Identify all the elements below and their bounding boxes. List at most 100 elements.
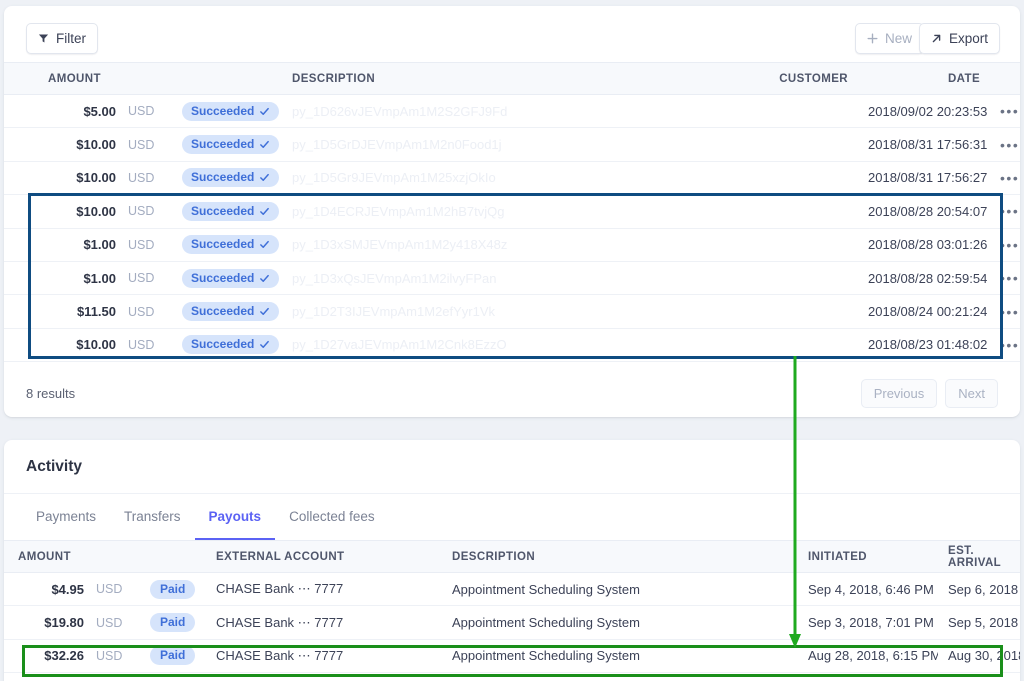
payments-footer: 8 results Previous Next bbox=[4, 362, 1020, 424]
row-description: py_1D3xQsJEVmpAm1M2ilvyFPan bbox=[282, 261, 722, 294]
filter-icon bbox=[38, 33, 49, 44]
payout-column-header-amount[interactable]: AMOUNT bbox=[4, 541, 206, 573]
table-row[interactable]: $32.26USDPaidCHASE Bank ⋯ 7777Appointmen… bbox=[4, 639, 1020, 672]
overflow-menu-icon[interactable]: ••• bbox=[990, 295, 1020, 328]
payout-description: Appointment Scheduling System bbox=[442, 606, 798, 639]
export-button-label: Export bbox=[949, 31, 988, 46]
row-currency: USD bbox=[124, 261, 172, 294]
new-button-label: New bbox=[885, 31, 912, 46]
row-amount: $10.00 bbox=[4, 161, 124, 194]
row-status-cell: Succeeded bbox=[172, 161, 282, 194]
activity-tabs: PaymentsTransfersPayoutsCollected fees bbox=[4, 494, 1020, 540]
row-date: 2018/08/28 03:01:26 bbox=[858, 228, 990, 261]
row-description: py_1D5Gr9JEVmpAm1M25xzjOkIo bbox=[282, 161, 722, 194]
table-row[interactable]: $11.50USDSucceededpy_1D2T3IJEVmpAm1M2efY… bbox=[4, 295, 1020, 328]
status-badge: Succeeded bbox=[182, 269, 279, 288]
row-description: py_1D4ECRJEVmpAm1M2hB7tvjQg bbox=[282, 195, 722, 228]
row-status-cell: Succeeded bbox=[172, 295, 282, 328]
screenshot-root: Filter New Export AM bbox=[0, 0, 1024, 681]
table-row[interactable]: $1.00USDSucceededpy_1D3xSMJEVmpAm1M2y418… bbox=[4, 228, 1020, 261]
column-header-date[interactable]: DATE bbox=[858, 63, 990, 95]
new-button[interactable]: New bbox=[855, 23, 924, 54]
status-badge: Succeeded bbox=[182, 102, 279, 121]
plus-icon bbox=[867, 33, 878, 44]
overflow-menu-icon[interactable]: ••• bbox=[990, 95, 1020, 128]
overflow-menu-icon[interactable]: ••• bbox=[990, 261, 1020, 294]
payout-external-account: CHASE Bank ⋯ 7777 bbox=[206, 573, 442, 606]
payout-column-header-description[interactable]: DESCRIPTION bbox=[442, 541, 798, 573]
column-header-customer[interactable]: CUSTOMER bbox=[722, 63, 858, 95]
overflow-menu-icon[interactable]: ••• bbox=[990, 328, 1020, 361]
row-currency: USD bbox=[124, 95, 172, 128]
payouts-table: AMOUNT EXTERNAL ACCOUNT DESCRIPTION INIT… bbox=[4, 540, 1020, 673]
column-header-amount[interactable]: AMOUNT bbox=[4, 63, 282, 95]
row-customer bbox=[722, 95, 858, 128]
payout-est-arrival: Sep 5, 2018 bbox=[938, 606, 1020, 639]
overflow-menu-icon[interactable]: ••• bbox=[990, 128, 1020, 161]
overflow-menu-icon[interactable]: ••• bbox=[990, 195, 1020, 228]
status-badge: Succeeded bbox=[182, 302, 279, 321]
row-customer bbox=[722, 261, 858, 294]
overflow-menu-icon[interactable]: ••• bbox=[990, 161, 1020, 194]
table-row[interactable]: $10.00USDSucceededpy_1D27vaJEVmpAm1M2Cnk… bbox=[4, 328, 1020, 361]
results-count: 8 results bbox=[26, 386, 75, 401]
row-amount: $10.00 bbox=[4, 328, 124, 361]
row-description: py_1D27vaJEVmpAm1M2Cnk8EzzO bbox=[282, 328, 722, 361]
table-row[interactable]: $4.95USDPaidCHASE Bank ⋯ 7777Appointment… bbox=[4, 573, 1020, 606]
tab-payouts[interactable]: Payouts bbox=[195, 494, 276, 540]
tab-payments[interactable]: Payments bbox=[22, 494, 110, 540]
status-badge-label: Succeeded bbox=[191, 237, 254, 252]
table-row[interactable]: $5.00USD Succeeded py_1D626vJEVmpAm1M2S2GF… bbox=[4, 95, 1020, 128]
status-badge-label: Succeeded bbox=[191, 170, 254, 185]
status-badge-label: Succeeded bbox=[191, 271, 254, 286]
table-row[interactable]: $10.00USDSucceededpy_1D5GrDJEVmpAm1M2n0F… bbox=[4, 128, 1020, 161]
payouts-header-row: AMOUNT EXTERNAL ACCOUNT DESCRIPTION INIT… bbox=[4, 541, 1020, 573]
row-status-cell: Succeeded bbox=[172, 128, 282, 161]
row-currency: USD bbox=[124, 128, 172, 161]
row-amount: $5.00 bbox=[4, 95, 124, 128]
row-currency: USD bbox=[124, 295, 172, 328]
payout-amount: $32.26 bbox=[4, 639, 92, 672]
table-row[interactable]: $10.00USDSucceededpy_1D4ECRJEVmpAm1M2hB7… bbox=[4, 195, 1020, 228]
payout-column-header-initiated[interactable]: INITIATED bbox=[798, 541, 938, 573]
row-date: 2018/08/31 17:56:31 bbox=[858, 128, 990, 161]
payout-amount: $19.80 bbox=[4, 606, 92, 639]
payout-status-cell: Paid bbox=[140, 639, 206, 672]
status-badge: Paid bbox=[150, 613, 195, 632]
status-badge-label: Succeeded bbox=[191, 304, 254, 319]
payout-column-header-external-account[interactable]: EXTERNAL ACCOUNT bbox=[206, 541, 442, 573]
row-currency: USD bbox=[124, 161, 172, 194]
previous-page-button[interactable]: Previous bbox=[861, 379, 938, 408]
row-status-cell: Succeeded bbox=[172, 228, 282, 261]
row-customer bbox=[722, 228, 858, 261]
next-page-button[interactable]: Next bbox=[945, 379, 998, 408]
row-customer bbox=[722, 161, 858, 194]
row-currency: USD bbox=[124, 328, 172, 361]
row-description: py_1D626vJEVmpAm1M2S2GFJ9Fd bbox=[282, 95, 722, 128]
payout-est-arrival: Aug 30, 2018 bbox=[938, 639, 1020, 672]
pagination: Previous Next bbox=[861, 379, 998, 408]
table-row[interactable]: $1.00USDSucceededpy_1D3xQsJEVmpAm1M2ilvy… bbox=[4, 261, 1020, 294]
table-row[interactable]: $10.00USD Succeeded py_1D5Gr9JEVmpAm1M25xz… bbox=[4, 161, 1020, 194]
tab-collected-fees[interactable]: Collected fees bbox=[275, 494, 389, 540]
row-customer bbox=[722, 128, 858, 161]
export-button[interactable]: Export bbox=[919, 23, 1000, 54]
tab-transfers[interactable]: Transfers bbox=[110, 494, 195, 540]
column-header-description[interactable]: DESCRIPTION bbox=[282, 63, 722, 95]
table-row[interactable]: $19.80USDPaidCHASE Bank ⋯ 7777Appointmen… bbox=[4, 606, 1020, 639]
overflow-menu-icon[interactable]: ••• bbox=[990, 228, 1020, 261]
status-badge-label: Succeeded bbox=[191, 104, 254, 119]
payout-currency: USD bbox=[92, 606, 140, 639]
row-status-cell: Succeeded bbox=[172, 261, 282, 294]
row-status-cell: Succeeded bbox=[172, 328, 282, 361]
status-badge: Succeeded bbox=[182, 235, 279, 254]
status-badge: Paid bbox=[150, 580, 195, 599]
row-currency: USD bbox=[124, 228, 172, 261]
payout-status-cell: Paid bbox=[140, 573, 206, 606]
filter-button[interactable]: Filter bbox=[26, 23, 98, 54]
status-badge: Succeeded bbox=[182, 168, 279, 187]
status-badge: Succeeded bbox=[182, 202, 279, 221]
payments-card: Filter New Export AM bbox=[4, 6, 1020, 417]
payout-description: Appointment Scheduling System bbox=[442, 639, 798, 672]
payout-column-header-est-arrival[interactable]: EST. ARRIVAL bbox=[938, 541, 1020, 573]
